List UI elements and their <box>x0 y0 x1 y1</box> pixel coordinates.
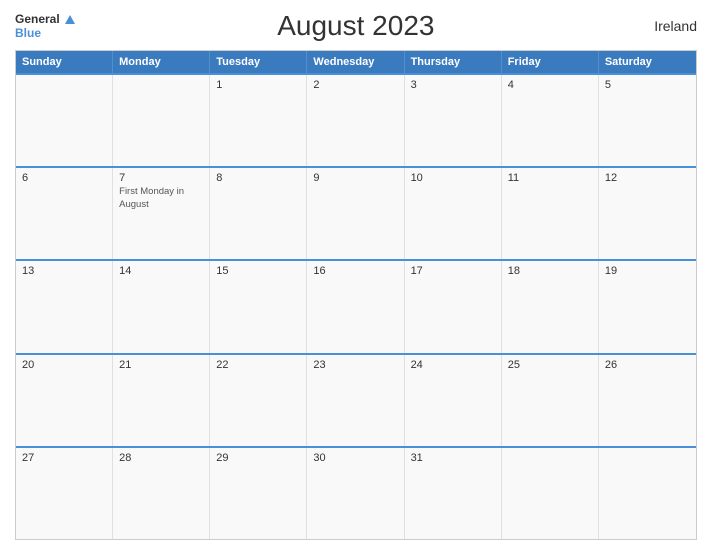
cal-cell-2-3: 16 <box>307 261 404 352</box>
day-number: 25 <box>508 359 592 371</box>
day-number: 15 <box>216 265 300 277</box>
cal-cell-3-4: 24 <box>405 355 502 446</box>
cal-cell-0-0 <box>16 75 113 166</box>
cal-cell-4-1: 28 <box>113 448 210 539</box>
day-number: 14 <box>119 265 203 277</box>
day-number: 8 <box>216 172 300 184</box>
cal-cell-3-3: 23 <box>307 355 404 446</box>
day-number: 13 <box>22 265 106 277</box>
cal-cell-2-2: 15 <box>210 261 307 352</box>
day-number: 10 <box>411 172 495 184</box>
day-number: 19 <box>605 265 690 277</box>
cal-cell-0-1 <box>113 75 210 166</box>
day-number: 31 <box>411 452 495 464</box>
cal-cell-1-0: 6 <box>16 168 113 259</box>
day-number: 16 <box>313 265 397 277</box>
cal-cell-4-3: 30 <box>307 448 404 539</box>
day-number: 20 <box>22 359 106 371</box>
logo-line: General <box>15 12 75 26</box>
calendar-header: Sunday Monday Tuesday Wednesday Thursday… <box>16 51 696 73</box>
cal-cell-2-6: 19 <box>599 261 696 352</box>
country-label: Ireland <box>637 18 697 34</box>
cal-cell-1-5: 11 <box>502 168 599 259</box>
cal-cell-4-5 <box>502 448 599 539</box>
day-number: 29 <box>216 452 300 464</box>
day-number: 2 <box>313 79 397 91</box>
day-number: 12 <box>605 172 690 184</box>
header-thursday: Thursday <box>405 51 502 73</box>
cal-cell-0-2: 1 <box>210 75 307 166</box>
cal-cell-3-6: 26 <box>599 355 696 446</box>
cal-cell-2-4: 17 <box>405 261 502 352</box>
calendar-page: General Blue August 2023 Ireland Sunday … <box>0 0 712 550</box>
header: General Blue August 2023 Ireland <box>15 10 697 42</box>
header-friday: Friday <box>502 51 599 73</box>
cal-cell-1-6: 12 <box>599 168 696 259</box>
cal-cell-1-1: 7 First Monday in August <box>113 168 210 259</box>
cal-cell-0-3: 2 <box>307 75 404 166</box>
month-title: August 2023 <box>75 10 637 42</box>
day-number: 4 <box>508 79 592 91</box>
day-number: 23 <box>313 359 397 371</box>
cal-cell-4-4: 31 <box>405 448 502 539</box>
day-number: 7 <box>119 172 203 184</box>
cal-cell-1-3: 9 <box>307 168 404 259</box>
day-number: 24 <box>411 359 495 371</box>
day-number: 3 <box>411 79 495 91</box>
cal-cell-0-4: 3 <box>405 75 502 166</box>
cal-cell-1-4: 10 <box>405 168 502 259</box>
cal-cell-2-1: 14 <box>113 261 210 352</box>
cal-cell-0-5: 4 <box>502 75 599 166</box>
header-saturday: Saturday <box>599 51 696 73</box>
cal-cell-2-0: 13 <box>16 261 113 352</box>
holiday-text: First Monday in August <box>119 186 203 211</box>
day-number: 26 <box>605 359 690 371</box>
day-number: 22 <box>216 359 300 371</box>
cal-cell-4-0: 27 <box>16 448 113 539</box>
calendar-grid: Sunday Monday Tuesday Wednesday Thursday… <box>15 50 697 540</box>
day-number: 21 <box>119 359 203 371</box>
day-number: 6 <box>22 172 106 184</box>
logo-area: General Blue <box>15 12 75 40</box>
cal-cell-1-2: 8 <box>210 168 307 259</box>
header-wednesday: Wednesday <box>307 51 404 73</box>
day-number: 9 <box>313 172 397 184</box>
day-number: 27 <box>22 452 106 464</box>
header-sunday: Sunday <box>16 51 113 73</box>
week-row-3: 13 14 15 16 17 18 19 <box>16 259 696 352</box>
day-number: 17 <box>411 265 495 277</box>
week-row-5: 27 28 29 30 31 <box>16 446 696 539</box>
week-row-2: 6 7 First Monday in August 8 9 10 11 12 <box>16 166 696 259</box>
cal-cell-0-6: 5 <box>599 75 696 166</box>
cal-cell-4-6 <box>599 448 696 539</box>
cal-cell-3-0: 20 <box>16 355 113 446</box>
cal-cell-3-1: 21 <box>113 355 210 446</box>
calendar-body: 1234567First Monday in August89101112131… <box>16 73 696 539</box>
header-tuesday: Tuesday <box>210 51 307 73</box>
day-number: 11 <box>508 172 592 184</box>
week-row-1: 1 2 3 4 5 <box>16 73 696 166</box>
logo-blue-text: Blue <box>15 26 41 40</box>
week-row-4: 20 21 22 23 24 25 26 <box>16 353 696 446</box>
header-monday: Monday <box>113 51 210 73</box>
logo-general-text: General <box>15 12 60 26</box>
logo-triangle-icon <box>65 15 75 24</box>
cal-cell-2-5: 18 <box>502 261 599 352</box>
cal-cell-4-2: 29 <box>210 448 307 539</box>
day-number: 1 <box>216 79 300 91</box>
day-number: 30 <box>313 452 397 464</box>
day-number: 18 <box>508 265 592 277</box>
cal-cell-3-5: 25 <box>502 355 599 446</box>
day-number: 5 <box>605 79 690 91</box>
cal-cell-3-2: 22 <box>210 355 307 446</box>
day-number: 28 <box>119 452 203 464</box>
